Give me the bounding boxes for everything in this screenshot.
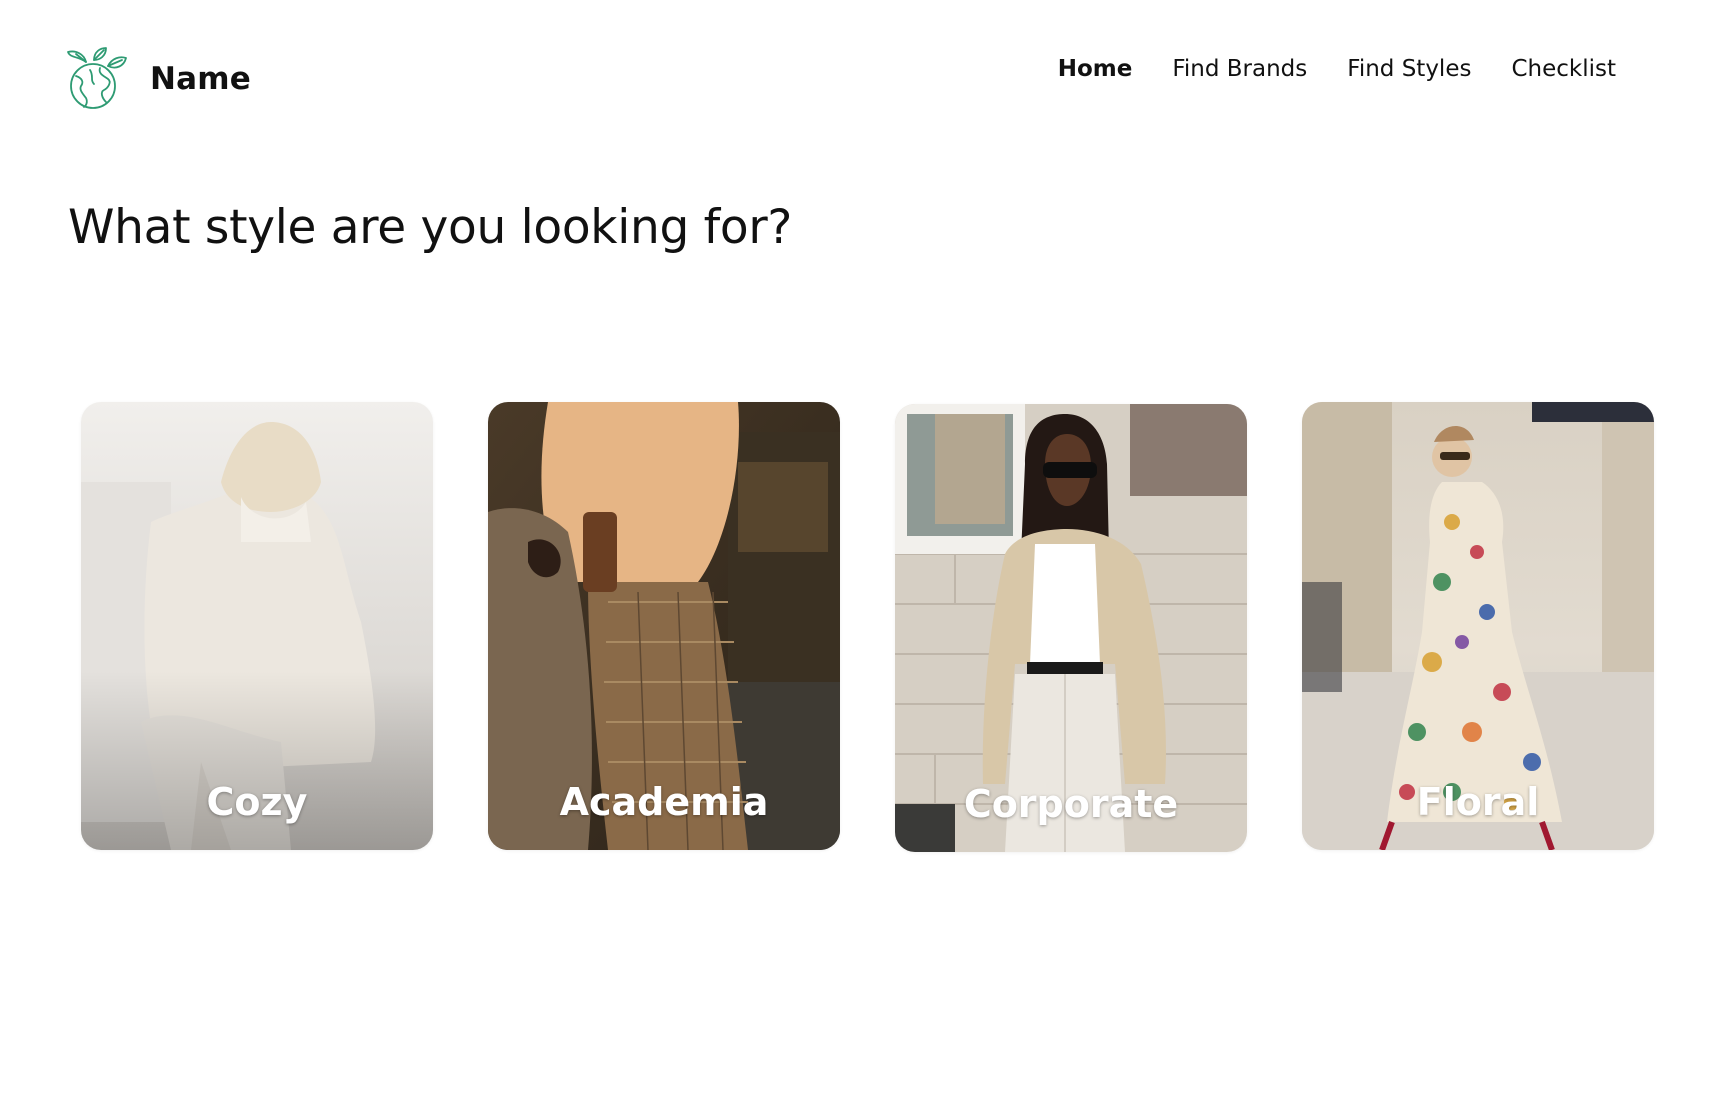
nav-find-brands[interactable]: Find Brands: [1172, 56, 1307, 82]
brand[interactable]: Name: [64, 46, 251, 112]
page: Name Home Find Brands Find Styles Checkl…: [0, 0, 1728, 1117]
style-card-academia[interactable]: Academia: [488, 402, 840, 850]
card-label: Corporate: [963, 782, 1179, 826]
style-card-floral[interactable]: Floral: [1302, 402, 1654, 850]
card-label: Floral: [1416, 780, 1540, 824]
site-header: Name Home Find Brands Find Styles Checkl…: [0, 0, 1728, 150]
brand-name: Name: [150, 61, 251, 97]
style-card-corporate[interactable]: Corporate: [895, 404, 1247, 852]
nav-checklist[interactable]: Checklist: [1511, 56, 1616, 82]
main-nav: Home Find Brands Find Styles Checklist: [1018, 56, 1616, 82]
style-card-cozy[interactable]: Cozy: [81, 402, 433, 850]
earth-leaf-icon: [67, 47, 127, 109]
card-label: Academia: [559, 780, 769, 824]
nav-find-styles[interactable]: Find Styles: [1347, 56, 1471, 82]
card-label: Cozy: [206, 780, 308, 824]
page-title: What style are you looking for?: [68, 200, 792, 255]
nav-home[interactable]: Home: [1058, 56, 1133, 82]
style-cards: Cozy Academia Corporate Floral: [81, 402, 1657, 852]
